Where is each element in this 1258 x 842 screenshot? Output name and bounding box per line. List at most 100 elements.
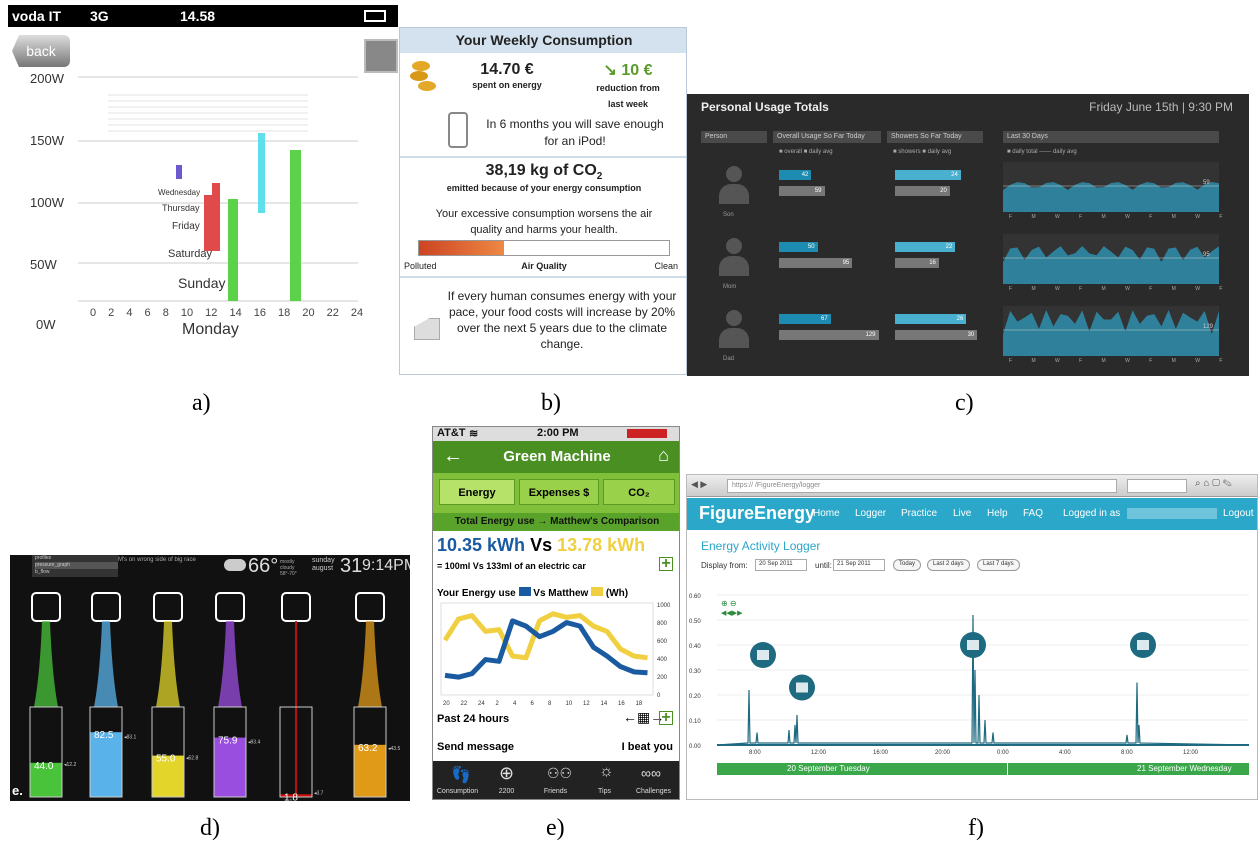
nav-friends[interactable]: Friends — [531, 788, 580, 795]
bar-monday-1 — [228, 199, 238, 301]
battery-icon — [627, 429, 667, 438]
today-button[interactable]: Today — [893, 559, 922, 571]
person-silhouette-icon — [719, 310, 749, 352]
day-axis: F M W F M W F M W F — [1009, 358, 1232, 364]
nav-faq[interactable]: FAQ — [1023, 508, 1043, 519]
period-label: Past 24 hours — [437, 713, 510, 725]
site-logo[interactable]: FigureEnergy — [699, 503, 815, 524]
svg-text:59: 59 — [1203, 180, 1210, 186]
energy-logger-chart: 0.60 0.50 0.40 0.30 0.20 0.10 0.00 8:00 12:00 16:… — [689, 594, 1250, 756]
water-stream — [358, 621, 382, 707]
overall-avg-bar: 59 — [779, 186, 825, 196]
dashboard-datetime: Friday June 15th | 9:30 PM — [1089, 100, 1233, 114]
friends-icon: ⚇⚇ — [547, 765, 573, 781]
day-label-2: 21 September Wednesday — [1137, 764, 1232, 773]
water-stream — [34, 621, 58, 707]
overall-bar: 67 — [779, 314, 831, 324]
tab-energy[interactable]: Energy — [439, 479, 515, 505]
showers-avg-bar: 16 — [895, 258, 939, 268]
panel-b-weekly-consumption: Your Weekly Consumption 14.70 € spent on… — [399, 27, 687, 375]
footprint-icon: 👣 — [451, 767, 471, 784]
tab-expenses[interactable]: Expenses $ — [519, 479, 599, 505]
co2-value: 38,19 kg of CO2 — [400, 162, 686, 182]
nav-tips[interactable]: Tips — [580, 788, 629, 795]
day-axis: F M W F M W F M W F — [1009, 286, 1232, 292]
y-tick: 0.00 — [689, 744, 701, 750]
nav-live[interactable]: Live — [953, 508, 971, 519]
display-from-label: Display from: — [701, 561, 748, 570]
showers-bar: 26 — [895, 314, 967, 324]
nav-help[interactable]: Help — [987, 508, 1008, 519]
carrier: AT&T — [437, 427, 466, 439]
nav-challenges[interactable]: Challenges — [629, 788, 678, 795]
x-tick: 4:00 — [1059, 750, 1071, 756]
app-title: Green Machine — [503, 448, 611, 465]
home-icon[interactable]: ⌂ — [658, 445, 669, 466]
water-stream — [94, 621, 118, 707]
app-header: ← Green Machine ⌂ — [433, 441, 679, 473]
y-tick: 0.50 — [689, 619, 701, 625]
last-7-days-button[interactable]: Last 7 days — [977, 559, 1020, 571]
back-forward-icon[interactable]: ◀ ▶ — [691, 479, 707, 490]
y-tick: 0.10 — [689, 719, 701, 725]
air-clean-label: Clean — [654, 261, 678, 271]
caption-a: a) — [192, 390, 211, 416]
co2-label: emitted because of your energy consumpti… — [446, 183, 642, 193]
overall-avg-bar: 129 — [779, 330, 879, 340]
add-period-button[interactable]: + — [659, 710, 673, 726]
nav-home[interactable]: Home — [813, 508, 840, 519]
browser-chrome: ◀ ▶ https:// /FigureEnergy/logger ⌕ ⌂ ▢ … — [687, 475, 1257, 497]
showers-bar: 24 — [895, 170, 961, 180]
tap-icon — [31, 592, 61, 622]
x-axis-ticks: 0 2 4 6 8 10 12 14 16 18 20 22 24 — [90, 307, 364, 319]
toilet-icon — [215, 592, 245, 622]
day-label-monday: Monday — [182, 321, 239, 338]
last-2-days-button[interactable]: Last 2 days — [927, 559, 970, 571]
rings-icon: ∞∞ — [641, 765, 661, 781]
tube-avg: ◂3.7 — [314, 791, 324, 797]
tube-visualization: 44.0 ◂12.2 82.5 ◂83.1 55.0 ◂52.8 75.9 ◂93.4 1.8 ◂… — [29, 592, 400, 801]
air-quality-fill — [419, 241, 504, 255]
tube-avg: ◂43.5 — [388, 746, 400, 752]
person-name: Dad — [723, 356, 735, 362]
beat-you-link[interactable]: I beat you — [622, 741, 673, 753]
address-bar[interactable]: https:// /FigureEnergy/logger — [727, 479, 1117, 493]
shower-icon — [91, 592, 121, 622]
panel-e-green-machine: AT&T ≋ 2:00 PM ← Green Machine ⌂ Energy … — [432, 426, 680, 800]
panel-d-water-tubes: profiles pressure_graph b_flow M's on wr… — [10, 555, 410, 801]
day-label-saturday: Saturday — [168, 248, 213, 260]
day-label-sunday: Sunday — [178, 275, 226, 291]
caption-f: f) — [968, 815, 984, 841]
nav-logger[interactable]: Logger — [855, 508, 886, 519]
energy-line-chart: 1000800600400200020 22 24 2 4 6 8 10 12 14 16 18 — [440, 602, 671, 707]
day-axis: F M W F M W F M W F — [1009, 214, 1232, 220]
tube-avg: ◂12.2 — [64, 762, 76, 768]
search-box[interactable] — [1127, 479, 1187, 493]
legend-showers: ■ showers ■ daily avg — [893, 149, 952, 155]
x-tick: 6 — [531, 701, 535, 707]
x-tick: 20 — [443, 701, 450, 707]
logged-in-label: Logged in as — [1063, 508, 1121, 519]
water-stream — [156, 621, 180, 707]
person-name: Son — [723, 212, 734, 218]
toolbar-icons[interactable]: ⌕ ⌂ ▢ ✎ — [1195, 478, 1232, 489]
send-message-link[interactable]: Send message — [437, 741, 514, 753]
bottom-nav: 👣 ⊕ ⚇⚇ ☼ ∞∞ Consumption 2200 Friends Tip… — [433, 761, 679, 799]
from-date-input[interactable]: 20 Sep 2011 — [755, 559, 807, 571]
overall-bar: 50 — [779, 242, 818, 252]
y-tick: 400 — [657, 657, 668, 663]
until-date-input[interactable]: 21 Sep 2011 — [833, 559, 885, 571]
col-person: Person — [701, 131, 767, 143]
bar-thursday — [258, 133, 265, 213]
nav-practice[interactable]: Practice — [901, 508, 937, 519]
add-button[interactable]: + — [659, 556, 673, 572]
col-showers: Showers So Far Today — [887, 131, 983, 143]
divider — [400, 156, 686, 158]
nav-logout[interactable]: Logout — [1223, 508, 1254, 519]
nav-2200[interactable]: 2200 — [482, 788, 531, 795]
lightbulb-icon: ☼ — [599, 763, 614, 780]
tab-co2[interactable]: CO₂ — [603, 479, 675, 505]
legend-30days: ■ daily total —— daily avg — [1007, 149, 1077, 155]
nav-consumption[interactable]: Consumption — [433, 788, 482, 795]
svg-text:129: 129 — [1203, 324, 1214, 330]
